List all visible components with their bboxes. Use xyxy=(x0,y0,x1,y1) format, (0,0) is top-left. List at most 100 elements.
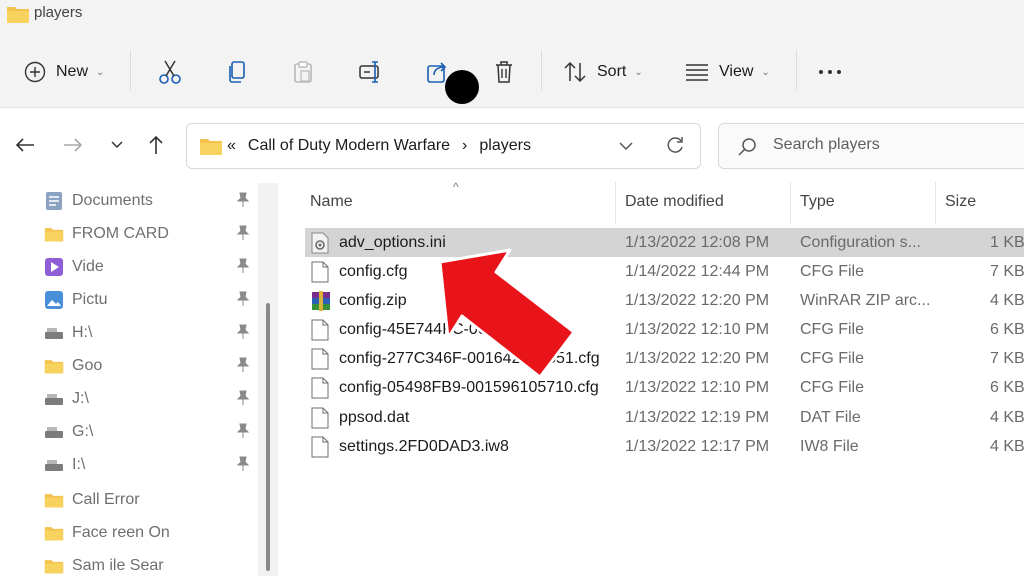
column-divider[interactable] xyxy=(790,182,791,224)
file-date: 1/13/2022 12:19 PM xyxy=(625,409,770,426)
sidebar-item-pictures[interactable]: Pictu xyxy=(44,285,259,315)
pin-icon xyxy=(236,456,250,477)
sidebar-item-label: H:\ xyxy=(72,324,93,341)
breadcrumb-overflow[interactable]: « xyxy=(227,137,236,155)
delete-button[interactable] xyxy=(493,55,515,89)
paste-button[interactable] xyxy=(292,55,314,89)
file-icon xyxy=(311,348,329,375)
pin-icon xyxy=(236,192,250,213)
column-header-type[interactable]: Type xyxy=(800,193,835,211)
file-size: 7 KB xyxy=(990,350,1024,367)
toolbar-divider xyxy=(541,50,542,90)
search-icon xyxy=(737,137,757,162)
settings-file-icon xyxy=(311,232,329,259)
file-row-ppsod-dat[interactable]: ppsod.dat 1/13/2022 12:19 PM DAT File 4 … xyxy=(305,403,1024,432)
file-icon xyxy=(311,319,329,346)
new-button[interactable]: New ⌄ xyxy=(24,55,104,89)
address-bar[interactable]: « Call of Duty Modern Warfare › players xyxy=(186,123,701,169)
pin-icon xyxy=(236,258,250,279)
sidebar-item-label: Face reen On xyxy=(72,524,170,541)
sidebar-item-label: I:\ xyxy=(72,456,86,473)
file-type: Configuration s... xyxy=(800,234,921,251)
more-options-button[interactable] xyxy=(818,55,842,89)
sidebar-item-drive-h[interactable]: H:\ xyxy=(44,318,259,348)
paste-icon xyxy=(294,61,312,83)
sidebar-item-drive-g[interactable]: G:\ xyxy=(44,417,259,447)
sidebar-item-call-error[interactable]: Call Error xyxy=(44,485,259,515)
file-date: 1/13/2022 12:10 PM xyxy=(625,379,770,396)
file-row-config-45e744fc[interactable]: config-45E744FC-0015951 .cfg 1/13/2022 1… xyxy=(305,315,1024,344)
column-header-size[interactable]: Size xyxy=(945,193,976,211)
column-header-row: ^ Name Date modified Type Size xyxy=(290,180,1024,224)
breadcrumb-separator: › xyxy=(462,137,468,154)
address-dropdown-button[interactable] xyxy=(619,138,633,156)
arrow-right-icon xyxy=(64,138,83,152)
recent-locations-button[interactable] xyxy=(102,128,132,162)
sidebar-item-goo[interactable]: Goo xyxy=(44,351,259,381)
sidebar-item-label: Goo xyxy=(72,357,103,374)
file-type: IW8 File xyxy=(800,438,859,455)
column-header-date[interactable]: Date modified xyxy=(625,193,724,211)
sidebar-item-label: Call Error xyxy=(72,491,140,508)
column-divider[interactable] xyxy=(935,182,936,224)
file-size: 4 KB xyxy=(990,409,1024,426)
sidebar-item-label: Sam ile Sear xyxy=(72,557,164,574)
sidebar-item-documents[interactable]: Documents xyxy=(44,186,259,216)
plus-circle-icon xyxy=(24,61,46,83)
copy-button[interactable] xyxy=(226,55,248,89)
sidebar-item-label: Pictu xyxy=(72,291,108,308)
cut-button[interactable] xyxy=(158,55,182,89)
file-name: ppsod.dat xyxy=(339,409,410,426)
sidebar-item-drive-j[interactable]: J:\ xyxy=(44,384,259,414)
drive-icon xyxy=(44,422,64,442)
sidebar-item-label: J:\ xyxy=(72,390,89,407)
view-button[interactable]: View ⌄ xyxy=(685,55,770,89)
rename-button[interactable] xyxy=(358,55,384,89)
scrollbar-thumb[interactable] xyxy=(266,303,270,571)
file-row-settings-iw8[interactable]: settings.2FD0DAD3.iw8 1/13/2022 12:17 PM… xyxy=(305,432,1024,461)
sidebar-scrollbar[interactable] xyxy=(258,183,278,576)
folder-icon xyxy=(199,136,223,161)
sidebar-item-from-card[interactable]: FROM CARD xyxy=(44,219,259,249)
file-row-adv-options[interactable]: adv_options.ini 1/13/2022 12:08 PM Confi… xyxy=(305,228,1024,257)
file-row-config-cfg[interactable]: config.cfg 1/14/2022 12:44 PM CFG File 7… xyxy=(305,257,1024,286)
file-row-config-zip[interactable]: config.zip 1/13/2022 12:20 PM WinRAR ZIP… xyxy=(305,286,1024,315)
search-box[interactable] xyxy=(718,123,1024,169)
sidebar-item-videos[interactable]: Vide xyxy=(44,252,259,282)
arrow-up-icon xyxy=(149,135,163,154)
column-divider[interactable] xyxy=(615,182,616,224)
file-name: config.cfg xyxy=(339,263,408,280)
videos-icon xyxy=(44,257,64,277)
breadcrumb-item-players[interactable]: players xyxy=(479,137,531,155)
file-row-config-05498fb9[interactable]: config-05498FB9-001596105710.cfg 1/13/20… xyxy=(305,373,1024,402)
copy-icon xyxy=(229,61,245,83)
breadcrumb-item-call-of-duty[interactable]: Call of Duty Modern Warfare xyxy=(248,137,450,155)
back-button[interactable] xyxy=(10,128,40,162)
forward-button[interactable] xyxy=(58,128,88,162)
file-icon xyxy=(311,436,329,463)
more-icon xyxy=(819,70,841,74)
file-size: 6 KB xyxy=(990,379,1024,396)
drive-icon xyxy=(44,389,64,409)
breadcrumb: « Call of Duty Modern Warfare › players xyxy=(227,137,543,155)
view-label: View xyxy=(719,63,754,80)
file-size: 1 KB xyxy=(990,234,1024,251)
column-header-name[interactable]: Name xyxy=(310,193,353,211)
file-name: config-277C346F-001642047651.cfg xyxy=(339,350,600,367)
file-icon xyxy=(311,261,329,288)
file-date: 1/13/2022 12:08 PM xyxy=(625,234,770,251)
arrow-left-icon xyxy=(15,138,34,152)
folder-icon xyxy=(44,356,64,376)
sort-button[interactable]: Sort ⌄ xyxy=(563,55,643,89)
sidebar-item-sam-file[interactable]: Sam ile Sear xyxy=(44,551,259,576)
sidebar-item-face-screen[interactable]: Face reen On xyxy=(44,518,259,548)
up-button[interactable] xyxy=(141,128,171,162)
view-icon xyxy=(686,64,708,81)
window-title: players xyxy=(34,4,83,21)
refresh-button[interactable] xyxy=(665,135,685,160)
sidebar-item-drive-i[interactable]: I:\ xyxy=(44,450,259,480)
file-type: CFG File xyxy=(800,350,864,367)
file-row-config-277c346f[interactable]: config-277C346F-001642047651.cfg 1/13/20… xyxy=(305,344,1024,373)
delete-icon xyxy=(496,61,512,83)
search-input[interactable] xyxy=(773,136,1013,154)
